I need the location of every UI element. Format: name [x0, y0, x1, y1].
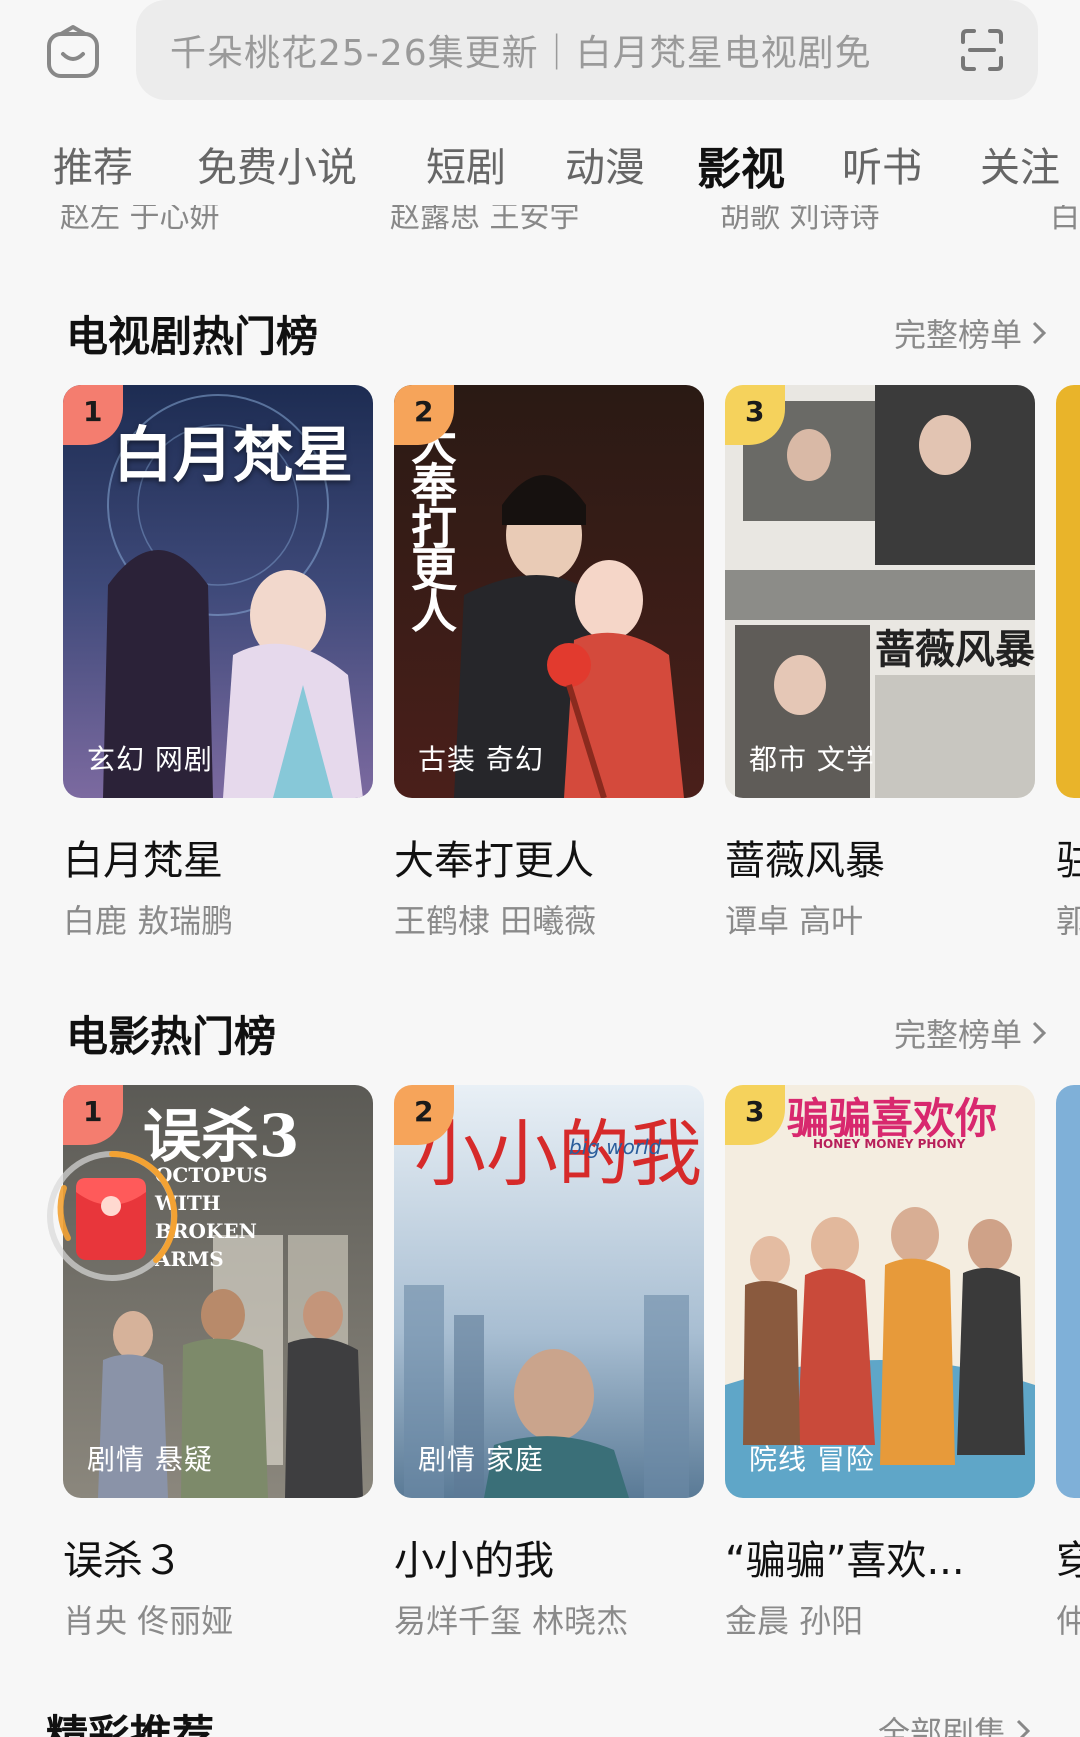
card-cast: 王鹤棣 田曦薇	[394, 902, 597, 940]
genre-tag: 古装 奇幻	[418, 743, 544, 776]
bottom-section-title: 精彩推荐	[46, 1711, 215, 1737]
genre-tag: 院线 冒险	[749, 1443, 875, 1476]
tv-card-partial[interactable]: 驻 郭	[1056, 385, 1080, 942]
more-label: 完整榜单	[893, 316, 1022, 354]
poster-title-text: 白月梵星	[113, 421, 353, 491]
card-cast: 仲	[1056, 1602, 1080, 1640]
movie-card-partial[interactable]: 穿 仲	[1056, 1085, 1080, 1642]
red-packet-icon	[47, 1150, 178, 1281]
card-title[interactable]: 大奉打更人	[394, 828, 704, 886]
movie-more-link[interactable]: 完整榜单	[894, 1010, 1050, 1056]
tab-anime[interactable]: 动漫	[565, 135, 645, 193]
category-tabs: 推荐 免费小说 短剧 动漫 影视 听书 关注	[0, 135, 1080, 195]
genre-tag: 剧情 家庭	[418, 1443, 544, 1476]
card-title[interactable]: 误杀３	[63, 1528, 373, 1586]
card-cast: 金晨 孙阳	[725, 1602, 864, 1640]
card-title[interactable]: “骗骗”喜欢...	[725, 1528, 1035, 1586]
bottom-more-link[interactable]: 全部剧集	[878, 1708, 1034, 1737]
chevron-right-icon	[1032, 1021, 1047, 1045]
search-placeholder[interactable]: 千朵桃花25-26集更新｜白月梵星电视剧免	[170, 24, 940, 76]
card-cast: 白鹿 敖瑞鹏	[63, 902, 234, 940]
tv-card[interactable]: 大奉打更人 2 古装 奇幻 大奉打更人 王鹤棣 田曦薇	[394, 385, 704, 942]
search-bar[interactable]: 千朵桃花25-26集更新｜白月梵星电视剧免	[136, 0, 1038, 100]
poster-image[interactable]: 蔷薇风暴 3 都市 文学	[725, 385, 1035, 798]
tab-recommend[interactable]: 推荐	[53, 135, 133, 193]
movie-section-title: 电影热门榜	[66, 1012, 277, 1061]
poster-subtitle-text: HONEY MONEY PHONY	[813, 1137, 966, 1151]
chevron-right-icon	[1016, 1719, 1031, 1737]
genre-tag: 剧情 悬疑	[87, 1443, 213, 1476]
top-bar: 千朵桃花25-26集更新｜白月梵星电视剧免 推荐 免费小说 短剧 动漫 影视 听…	[0, 0, 1080, 205]
poster-image[interactable]: 误杀3 OCTOPUS WITH BROKEN ARMS 1 剧情 悬疑	[63, 1085, 373, 1498]
poster-image[interactable]: 骗骗喜欢你 HONEY MONEY PHONY 3 院线 冒险	[725, 1085, 1035, 1498]
poster-subtitle-text: big world	[569, 1135, 662, 1159]
card-cast: 肖央 佟丽娅	[63, 1602, 234, 1640]
tab-short-drama[interactable]: 短剧	[426, 135, 506, 193]
card-title[interactable]: 白月梵星	[63, 828, 373, 886]
poster-image[interactable]: 白月梵星 1 玄幻 网剧	[63, 385, 373, 798]
tv-card[interactable]: 蔷薇风暴 3 都市 文学 蔷薇风暴 谭卓 高叶	[725, 385, 1035, 942]
tv-more-link[interactable]: 完整榜单	[894, 310, 1050, 356]
poster-image[interactable]: 大奉打更人 2 古装 奇幻	[394, 385, 704, 798]
tv-card[interactable]: 白月梵星 1 玄幻 网剧 白月梵星 白鹿 敖瑞鹏	[63, 385, 373, 942]
card-cast: 郭	[1056, 902, 1080, 940]
genre-tag: 玄幻 网剧	[87, 743, 213, 776]
card-title[interactable]: 驻	[1056, 828, 1080, 886]
card-title[interactable]: 蔷薇风暴	[725, 828, 1035, 886]
home-bag-icon[interactable]	[44, 24, 102, 82]
scan-icon[interactable]	[960, 28, 1004, 72]
poster-image[interactable]	[1056, 1085, 1080, 1498]
poster-art	[725, 385, 1035, 798]
tab-follow[interactable]: 关注	[980, 135, 1060, 193]
chevron-right-icon	[1032, 321, 1047, 345]
tab-audiobook[interactable]: 听书	[842, 135, 922, 193]
card-title[interactable]: 穿	[1056, 1528, 1080, 1586]
red-packet-float-button[interactable]	[44, 1148, 180, 1284]
movie-card[interactable]: 小小的我 big world 2 剧情 家庭 小小的我 易烊千玺 林晓杰	[394, 1085, 704, 1642]
poster-image[interactable]	[1056, 385, 1080, 798]
tab-film-tv[interactable]: 影视	[697, 133, 785, 197]
poster-title-text: 大奉打更人	[404, 419, 458, 629]
more-label: 全部剧集	[877, 1714, 1006, 1737]
more-label: 完整榜单	[893, 1016, 1022, 1054]
poster-image[interactable]: 小小的我 big world 2 剧情 家庭	[394, 1085, 704, 1498]
card-cast: 谭卓 高叶	[725, 902, 864, 940]
card-title[interactable]: 小小的我	[394, 1528, 704, 1586]
card-cast: 易烊千玺 林晓杰	[394, 1602, 629, 1640]
tv-section-title: 电视剧热门榜	[66, 312, 319, 361]
movie-card[interactable]: 骗骗喜欢你 HONEY MONEY PHONY 3 院线 冒险 “骗骗”喜欢..…	[725, 1085, 1035, 1642]
genre-tag: 都市 文学	[749, 743, 875, 776]
tab-free-novel[interactable]: 免费小说	[197, 135, 357, 193]
poster-title-text: 蔷薇风暴	[875, 626, 1035, 673]
